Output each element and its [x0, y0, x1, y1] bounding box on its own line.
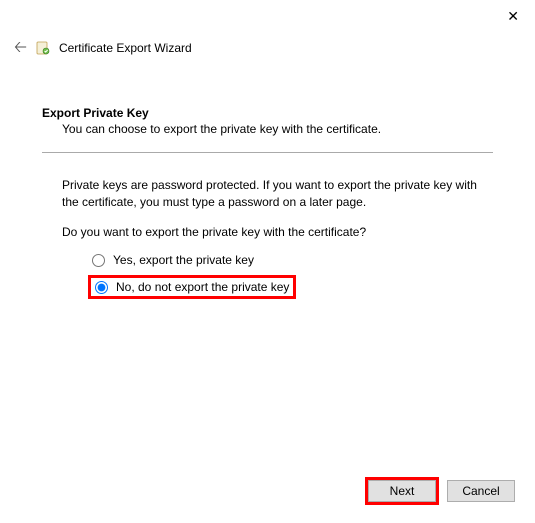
- close-icon[interactable]: ✕: [507, 8, 519, 25]
- section-heading: Export Private Key: [42, 106, 493, 120]
- radio-no-export[interactable]: No, do not export the private key: [91, 278, 293, 296]
- wizard-header: 🡠 Certificate Export Wizard: [14, 40, 192, 56]
- wizard-content: Export Private Key You can choose to exp…: [42, 106, 493, 299]
- radio-yes-label: Yes, export the private key: [113, 253, 254, 267]
- radio-no-input[interactable]: [95, 281, 108, 294]
- section-subheading: You can choose to export the private key…: [62, 122, 493, 136]
- export-key-radio-group: Yes, export the private key No, do not e…: [88, 251, 493, 299]
- wizard-footer: Next Cancel: [365, 477, 515, 505]
- highlight-selected-radio: No, do not export the private key: [88, 275, 296, 299]
- certificate-wizard-icon: [35, 40, 51, 56]
- radio-yes-export[interactable]: Yes, export the private key: [88, 251, 493, 269]
- radio-no-label: No, do not export the private key: [116, 280, 289, 294]
- back-arrow-icon[interactable]: 🡠: [14, 40, 27, 56]
- next-button[interactable]: Next: [368, 480, 436, 502]
- wizard-title: Certificate Export Wizard: [59, 41, 192, 55]
- title-bar: ✕: [0, 0, 535, 30]
- cancel-button[interactable]: Cancel: [447, 480, 515, 502]
- highlight-next-button: Next: [365, 477, 439, 505]
- divider: [42, 152, 493, 153]
- question-paragraph: Do you want to export the private key wi…: [62, 224, 493, 241]
- info-paragraph: Private keys are password protected. If …: [62, 177, 493, 212]
- radio-yes-input[interactable]: [92, 254, 105, 267]
